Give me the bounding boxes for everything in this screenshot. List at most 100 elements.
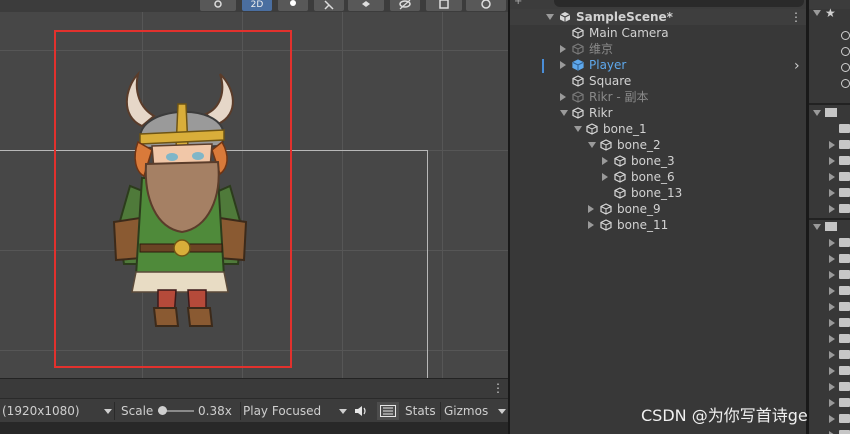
2d-toggle-button[interactable]: 2D [242,0,272,11]
collapse-arrow-icon[interactable] [560,45,566,53]
gizmos-dropdown-scene[interactable] [466,0,506,11]
hierarchy-row[interactable]: Rikr [510,105,806,121]
scene-root-row[interactable]: SampleScene* ⋮ [510,9,806,25]
expand-arrow-icon[interactable] [546,14,554,20]
collapse-arrow-icon[interactable] [829,173,835,181]
folder-icon[interactable] [839,270,850,279]
collapse-arrow-icon[interactable] [829,319,835,327]
hierarchy-row[interactable]: 维京 [510,41,806,57]
collapse-arrow-icon[interactable] [829,335,835,343]
add-icon[interactable]: + [514,0,522,7]
collapse-arrow-icon[interactable] [829,367,835,375]
collapse-arrow-icon[interactable] [829,415,835,423]
divider [114,402,115,420]
collapse-arrow-icon[interactable] [829,351,835,359]
folder-icon[interactable] [839,238,850,247]
folder-icon[interactable] [839,334,850,343]
chevron-right-icon[interactable]: › [794,58,800,74]
folder-icon[interactable] [839,172,850,181]
collapse-arrow-icon[interactable] [829,271,835,279]
draw-mode-dropdown[interactable] [200,0,236,11]
expand-arrow-icon[interactable] [813,10,821,16]
scale-slider[interactable] [158,406,194,415]
lighting-toggle-button[interactable] [278,0,308,11]
folder-icon[interactable] [839,382,850,391]
expand-arrow-icon[interactable] [813,110,821,116]
folder-icon[interactable] [839,188,850,197]
project-panel[interactable]: ★ [809,0,850,434]
gizmos-dropdown[interactable]: Gizmos [444,402,506,420]
collapse-arrow-icon[interactable] [829,303,835,311]
folder-icon[interactable] [839,430,850,434]
expand-arrow-icon[interactable] [560,110,568,116]
search-input[interactable] [554,0,804,7]
cube-icon [614,155,626,167]
folder-icon[interactable] [839,350,850,359]
more-options-icon[interactable]: ⋮ [790,9,802,25]
hierarchy-row[interactable]: bone_6 [510,169,806,185]
search-icon[interactable] [841,31,850,40]
folder-icon[interactable] [839,286,850,295]
hierarchy-row[interactable]: Square [510,73,806,89]
collapse-arrow-icon[interactable] [829,399,835,407]
hierarchy-row[interactable]: bone_3 [510,153,806,169]
hierarchy-row[interactable]: Main Camera [510,25,806,41]
folder-icon[interactable] [839,156,850,165]
folder-icon[interactable] [839,366,850,375]
folder-icon[interactable] [839,140,850,149]
hierarchy-panel[interactable]: + SampleScene* ⋮ Main Camera 维京 Player Squa… [510,0,806,434]
scene-view[interactable]: 2D [0,0,508,378]
collapse-arrow-icon[interactable] [560,93,566,101]
expand-arrow-icon[interactable] [574,126,582,132]
hierarchy-row[interactable]: Player [510,57,806,73]
collapse-arrow-icon[interactable] [602,157,608,165]
hierarchy-row[interactable]: bone_13 [510,185,806,201]
selection-rectangle[interactable] [54,30,292,368]
fx-dropdown[interactable] [348,0,384,11]
folder-icon[interactable] [839,398,850,407]
scale-slider-thumb[interactable] [158,406,168,415]
expand-arrow-icon[interactable] [813,224,821,230]
folder-icon[interactable] [839,204,850,213]
search-icon[interactable] [841,47,850,56]
expand-arrow-icon[interactable] [588,142,596,148]
stats-toggle-icon-button[interactable] [377,402,399,420]
collapse-arrow-icon[interactable] [588,221,594,229]
collapse-arrow-icon[interactable] [829,287,835,295]
hierarchy-item-label: Main Camera [589,26,669,40]
hierarchy-item-label: Square [589,74,632,88]
collapse-arrow-icon[interactable] [829,255,835,263]
collapse-arrow-icon[interactable] [829,239,835,247]
layout-dropdown[interactable] [426,0,462,11]
collapse-arrow-icon[interactable] [602,173,608,181]
hierarchy-row[interactable]: bone_2 [510,137,806,153]
hierarchy-row[interactable]: bone_9 [510,201,806,217]
collapse-arrow-icon[interactable] [829,141,835,149]
keyboard-icon [380,405,396,417]
hierarchy-item-label: bone_11 [617,218,669,232]
hierarchy-row[interactable]: bone_1 [510,121,806,137]
search-icon[interactable] [841,63,850,72]
stats-button[interactable]: Stats [405,402,436,420]
search-icon[interactable] [841,79,850,88]
play-mode-dropdown[interactable]: Play Focused [243,402,347,420]
collapse-arrow-icon[interactable] [829,383,835,391]
more-options-icon[interactable]: ⋮ [492,381,504,395]
resolution-dropdown[interactable]: (1920x1080) [2,402,112,420]
hierarchy-row[interactable]: Rikr - 副本 [510,89,806,105]
folder-icon[interactable] [839,302,850,311]
folder-icon[interactable] [839,414,850,423]
folder-icon[interactable] [839,318,850,327]
audio-toggle-button[interactable] [314,0,344,11]
visibility-toggle-button[interactable] [390,0,420,11]
selection-indicator [542,59,544,73]
folder-icon[interactable] [839,254,850,263]
collapse-arrow-icon[interactable] [829,157,835,165]
mute-audio-button[interactable] [354,402,372,420]
collapse-arrow-icon[interactable] [829,189,835,197]
hierarchy-row[interactable]: bone_11 [510,217,806,233]
collapse-arrow-icon[interactable] [560,61,566,69]
collapse-arrow-icon[interactable] [588,205,594,213]
folder-icon[interactable] [839,124,850,133]
collapse-arrow-icon[interactable] [829,205,835,213]
